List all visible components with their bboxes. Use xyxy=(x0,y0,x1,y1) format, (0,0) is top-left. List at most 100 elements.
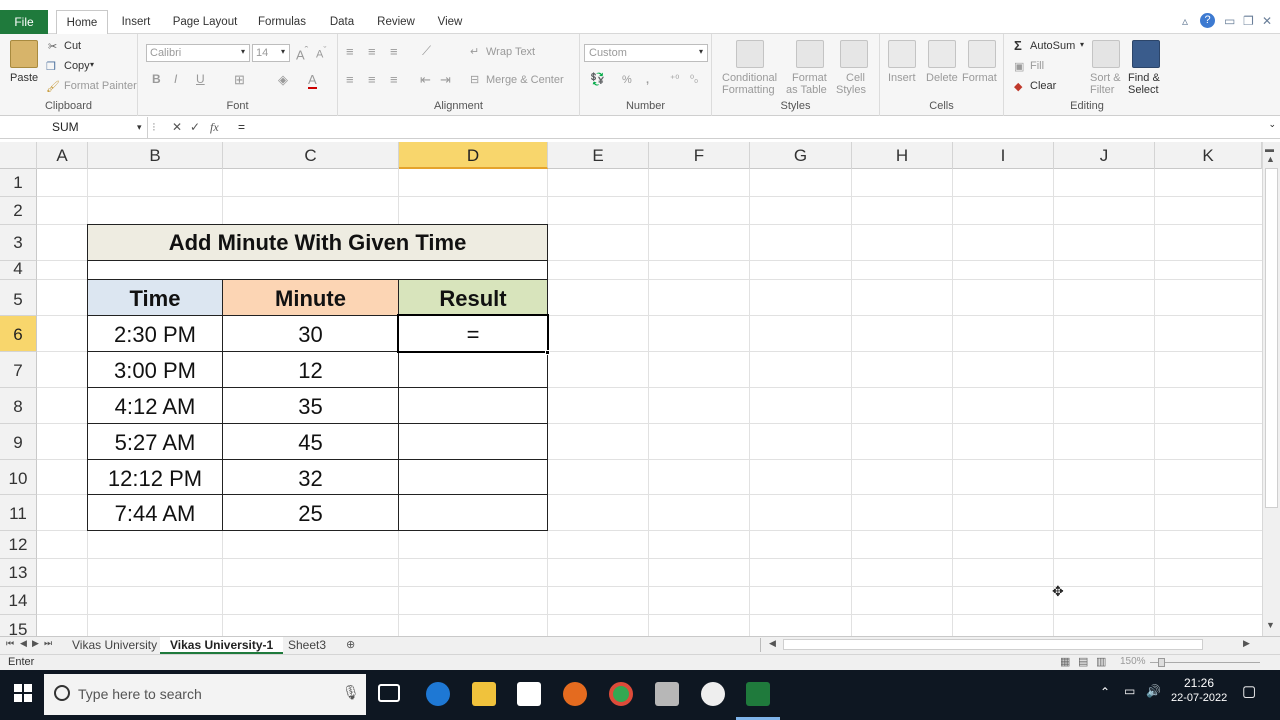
expand-formula-bar-icon[interactable]: ⌄ xyxy=(1268,119,1276,130)
split-handle-icon[interactable]: ▬ xyxy=(1265,144,1274,154)
clear-button[interactable]: Clear xyxy=(1030,80,1056,92)
tab-data[interactable]: Data xyxy=(324,10,360,34)
scroll-right-icon[interactable]: ▶ xyxy=(1243,638,1250,649)
page-layout-view-icon[interactable]: ▤ xyxy=(1078,655,1088,668)
taskbar-search-box[interactable]: Type here to search 🎙 xyxy=(44,674,366,715)
delete-cells-button[interactable]: Delete xyxy=(926,72,958,84)
minute-cell[interactable]: 30 xyxy=(223,316,398,351)
sort-filter-button[interactable]: Sort & xyxy=(1090,72,1121,84)
tray-chevron-icon[interactable]: ⌃ xyxy=(1100,685,1110,699)
horizontal-scroll-thumb[interactable] xyxy=(783,639,1203,650)
italic-button[interactable]: I xyxy=(174,72,177,86)
format-cells-button[interactable]: Format xyxy=(962,72,997,84)
cut-button[interactable]: Cut xyxy=(64,40,81,52)
new-sheet-icon[interactable]: ⊕ xyxy=(346,638,355,651)
windows-start-icon[interactable] xyxy=(14,684,32,702)
vertical-scrollbar[interactable]: ▬ ▲ ▼ xyxy=(1262,142,1280,636)
row-header-10[interactable]: 10 xyxy=(0,460,37,495)
page-break-view-icon[interactable]: ▥ xyxy=(1096,655,1106,668)
fill-handle[interactable] xyxy=(545,350,550,355)
clock-date[interactable]: 22-07-2022 xyxy=(1171,692,1227,704)
number-format-select[interactable]: Custom ▾ xyxy=(584,44,708,62)
app-icon[interactable] xyxy=(655,682,679,706)
minute-cell[interactable]: 45 xyxy=(223,424,398,459)
time-cell[interactable]: 4:12 AM xyxy=(88,388,222,423)
minute-header[interactable]: Minute xyxy=(223,280,398,315)
cell-styles-button[interactable]: Cell xyxy=(846,72,865,84)
column-header-i[interactable]: I xyxy=(953,142,1054,169)
borders-icon[interactable]: ⊞ xyxy=(234,72,245,88)
insert-cells-button[interactable]: Insert xyxy=(888,72,916,84)
format-painter-button[interactable]: Format Painter xyxy=(64,80,137,92)
enter-icon[interactable]: ✓ xyxy=(190,117,200,138)
column-header-g[interactable]: G xyxy=(750,142,852,169)
result-header[interactable]: Result xyxy=(399,280,547,315)
row-header-11[interactable]: 11 xyxy=(0,495,37,531)
result-cell[interactable] xyxy=(399,495,547,530)
next-sheet-icon[interactable]: ▶ xyxy=(32,638,39,649)
table-title[interactable]: Add Minute With Given Time xyxy=(88,225,547,260)
notifications-icon[interactable]: ▢ xyxy=(1242,682,1256,700)
align-left-icon[interactable]: ≡ xyxy=(346,72,354,87)
time-cell[interactable]: 2:30 PM xyxy=(88,316,222,351)
zoom-level[interactable]: 150% xyxy=(1120,656,1146,667)
column-header-c[interactable]: C xyxy=(223,142,399,169)
increase-indent-icon[interactable]: ⇥ xyxy=(440,72,451,88)
tab-review[interactable]: Review xyxy=(374,10,418,34)
paste-button[interactable]: Paste xyxy=(10,72,38,84)
copy-button[interactable]: Copy xyxy=(64,60,90,72)
zoom-slider[interactable] xyxy=(1150,662,1260,663)
row-header-6[interactable]: 6 xyxy=(0,316,37,352)
sheet-tab[interactable]: Vikas University xyxy=(62,637,167,654)
select-all-button[interactable] xyxy=(0,142,37,169)
decrease-indent-icon[interactable]: ⇤ xyxy=(420,72,431,88)
normal-view-icon[interactable]: ▦ xyxy=(1060,655,1070,668)
name-box[interactable]: SUM xyxy=(0,117,148,139)
tab-file[interactable]: File xyxy=(0,10,48,34)
fill-button[interactable]: Fill xyxy=(1030,60,1044,72)
clock-time[interactable]: 21:26 xyxy=(1184,676,1214,690)
app-icon[interactable] xyxy=(701,682,725,706)
sheet-tab-active[interactable]: Vikas University-1 xyxy=(160,637,284,654)
time-header[interactable]: Time xyxy=(88,280,222,315)
column-header-f[interactable]: F xyxy=(649,142,750,169)
conditional-formatting-button[interactable]: Conditional xyxy=(722,72,777,84)
time-cell[interactable]: 12:12 PM xyxy=(88,460,222,494)
time-cell[interactable]: 7:44 AM xyxy=(88,495,222,530)
result-cell[interactable] xyxy=(399,352,547,387)
horizontal-scrollbar[interactable]: ◀ ▶ xyxy=(760,638,1260,652)
row-header-13[interactable]: 13 xyxy=(0,559,37,587)
firefox-icon[interactable] xyxy=(563,682,587,706)
find-select-button[interactable]: Find & xyxy=(1128,72,1160,84)
increase-decimal-icon[interactable]: ⁺⁰ xyxy=(670,74,679,85)
orientation-icon[interactable]: ⟋ xyxy=(422,43,431,59)
sheet-tab[interactable]: Sheet3 xyxy=(278,637,336,654)
row-header-7[interactable]: 7 xyxy=(0,352,37,388)
collapse-ribbon-icon[interactable]: ▵ xyxy=(1182,14,1188,28)
help-icon[interactable]: ? xyxy=(1200,13,1215,28)
align-right-icon[interactable]: ≡ xyxy=(390,72,398,87)
store-icon[interactable] xyxy=(517,682,541,706)
last-sheet-icon[interactable]: ⏭ xyxy=(44,638,52,649)
bold-button[interactable]: B xyxy=(152,72,161,86)
merge-center-button[interactable]: Merge & Center xyxy=(486,74,564,86)
battery-icon[interactable]: ▭ xyxy=(1124,684,1135,698)
task-view-icon[interactable] xyxy=(378,684,400,702)
file-explorer-icon[interactable] xyxy=(472,682,496,706)
tab-page-layout[interactable]: Page Layout xyxy=(170,10,240,34)
minute-cell[interactable]: 35 xyxy=(223,388,398,423)
minimize-icon[interactable]: ▭ xyxy=(1224,14,1235,28)
time-cell[interactable]: 3:00 PM xyxy=(88,352,222,387)
shrink-font-icon[interactable]: Aˇ xyxy=(316,45,326,61)
worksheet-grid[interactable]: 1 2 3 4 5 6 7 8 9 10 11 12 13 14 15 Add … xyxy=(0,169,1262,636)
column-header-e[interactable]: E xyxy=(548,142,649,169)
excel-taskbar-icon[interactable] xyxy=(746,682,770,706)
result-cell[interactable] xyxy=(399,460,547,494)
row-header-5[interactable]: 5 xyxy=(0,280,37,316)
comma-button[interactable]: , xyxy=(646,74,649,86)
volume-icon[interactable]: 🔊 xyxy=(1146,684,1161,698)
font-name-select[interactable]: Calibri ▾ xyxy=(146,44,250,62)
autosum-button[interactable]: AutoSum xyxy=(1030,40,1075,52)
autosum-dropdown-icon[interactable]: ▾ xyxy=(1080,40,1084,49)
name-box-dropdown-icon[interactable]: ▾ xyxy=(137,117,142,138)
